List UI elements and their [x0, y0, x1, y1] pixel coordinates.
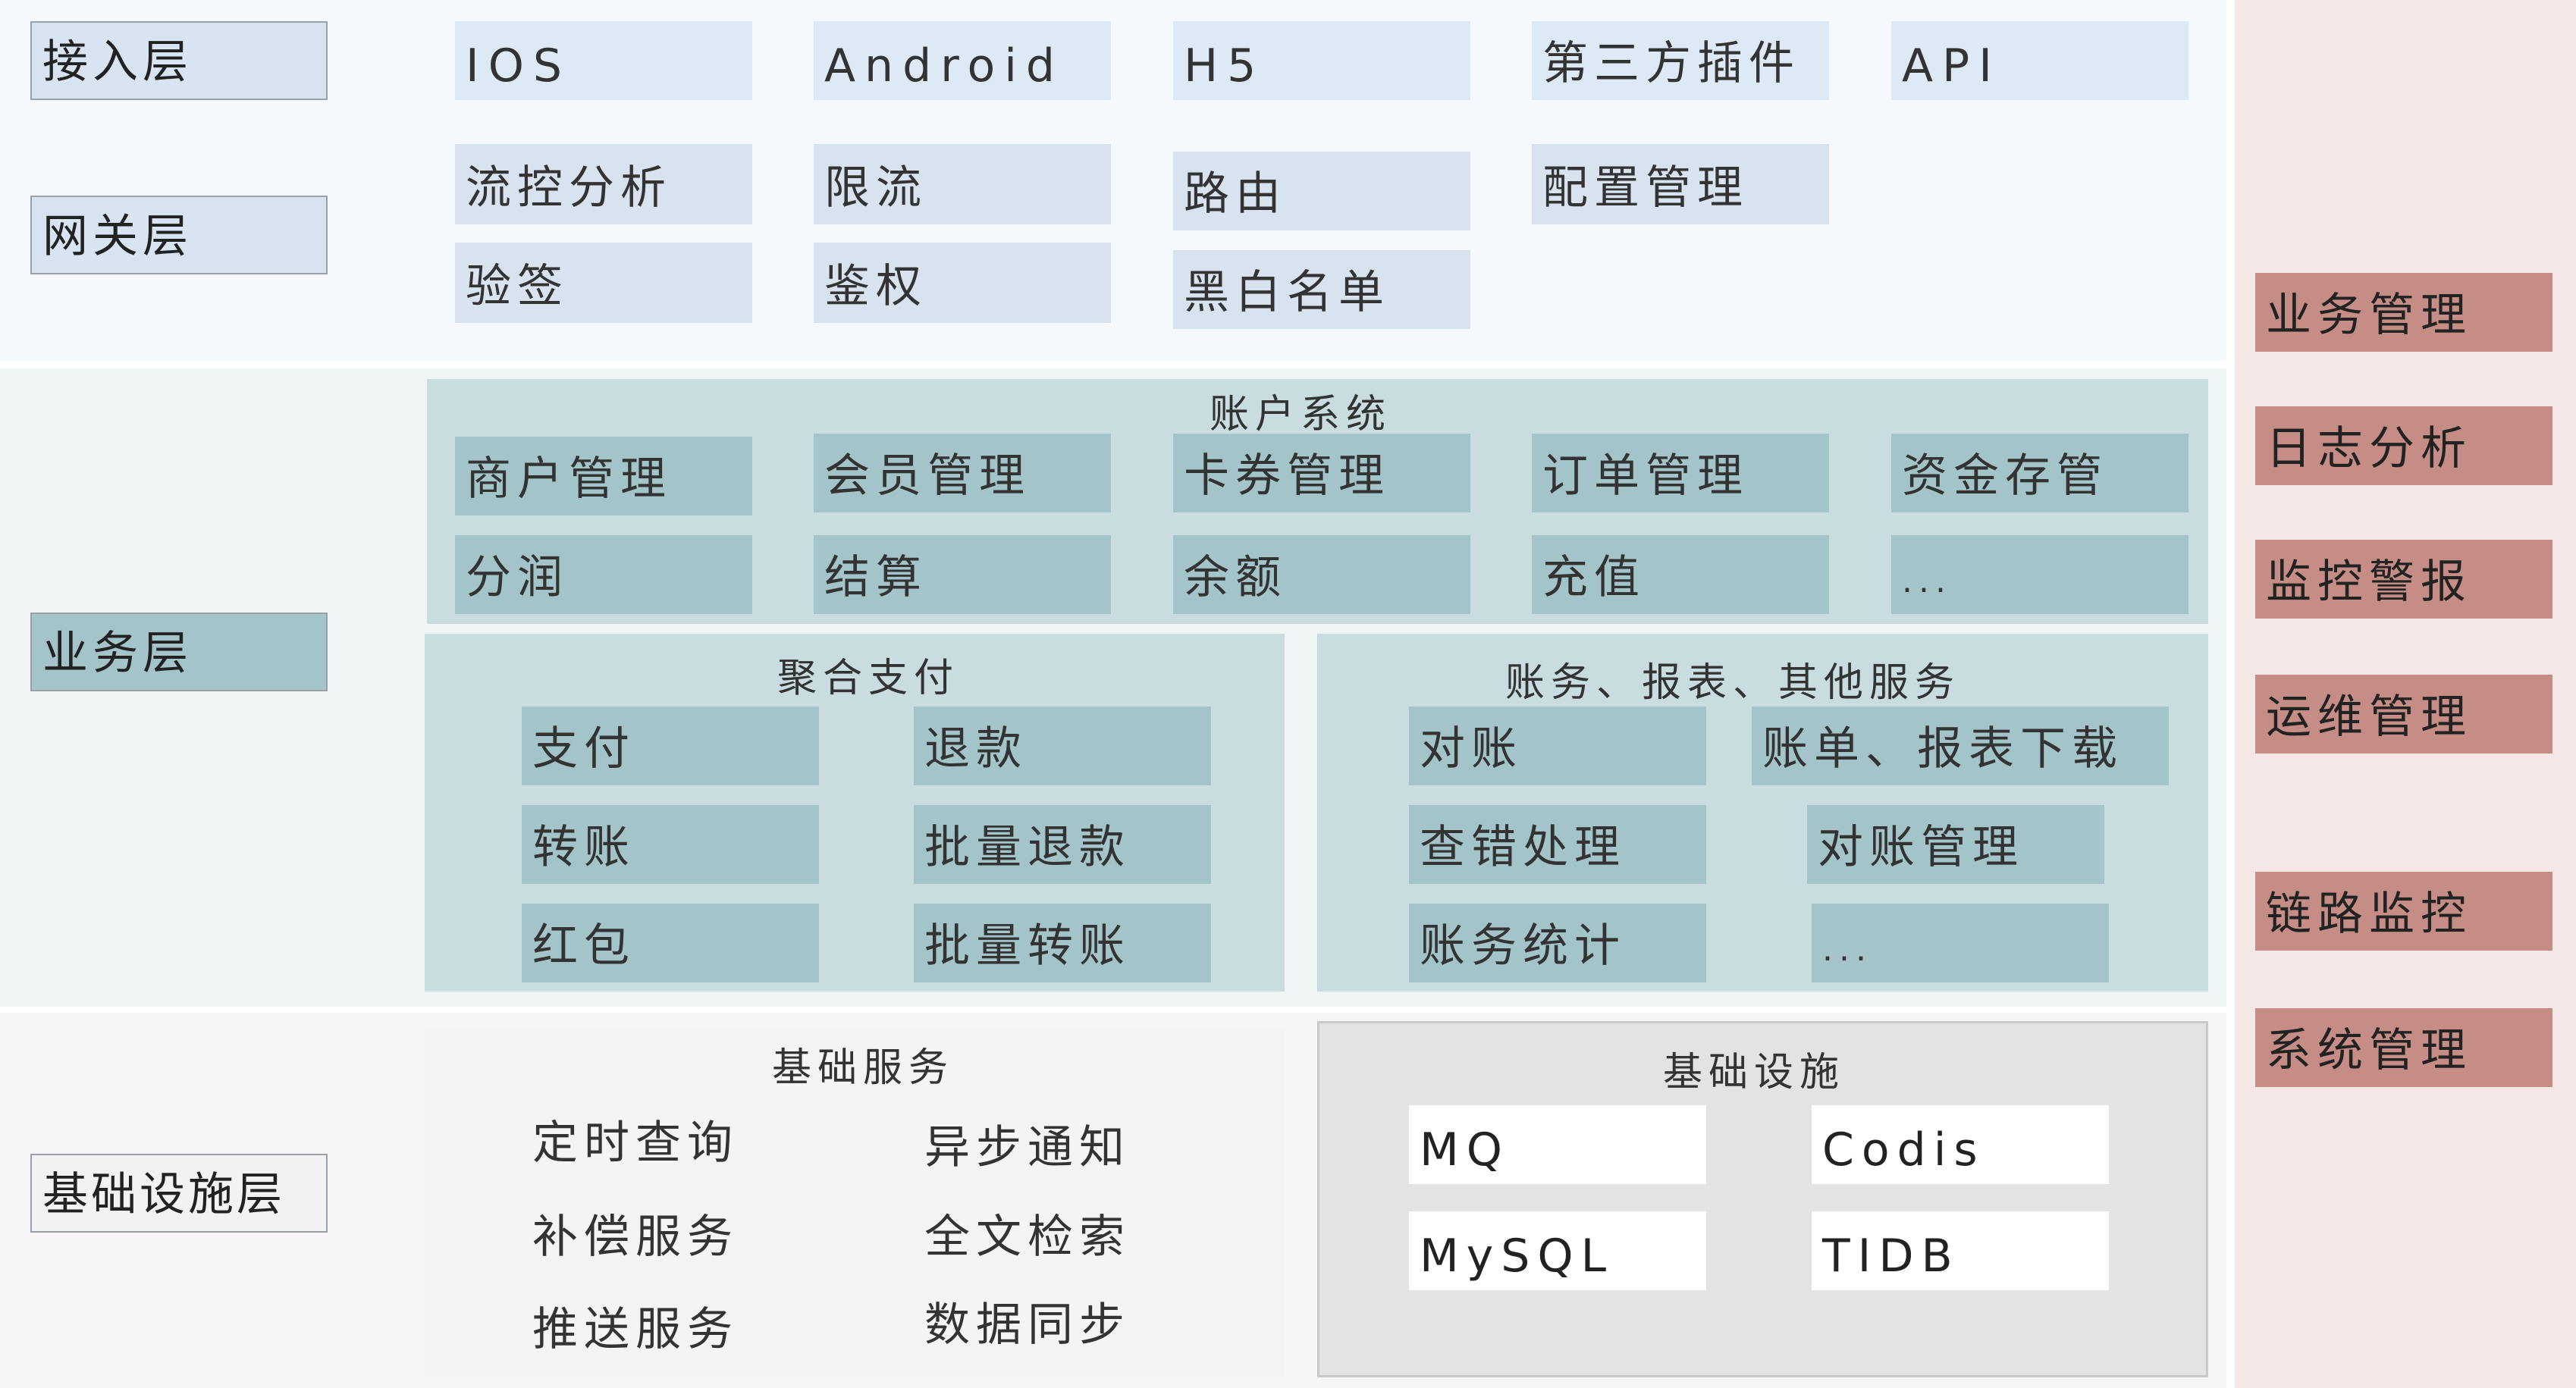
account-item-merchant: 商户管理 [455, 437, 752, 515]
service-item-data-sync: 数据同步 [914, 1283, 1211, 1361]
accounting-item-reconcile-management: 对账管理 [1807, 805, 2104, 884]
accounting-item-more: ... [1812, 904, 2109, 982]
facilities-title: 基础设施 [1662, 1050, 1846, 1095]
gateway-item-signature-check: 验签 [455, 243, 752, 323]
account-item-balance: 余额 [1173, 535, 1470, 614]
facility-item-codis: Codis [1812, 1105, 2109, 1184]
service-item-scheduled-query: 定时查询 [522, 1101, 819, 1180]
payment-item-refund: 退款 [914, 707, 1211, 785]
facility-item-tidb: TIDB [1812, 1211, 2109, 1290]
side-item-business-management: 业务管理 [2255, 273, 2552, 352]
gateway-item-routing: 路由 [1173, 152, 1470, 230]
gateway-layer-label: 网关层 [30, 196, 328, 274]
facility-item-mysql: MySQL [1409, 1211, 1706, 1290]
account-system-title: 账户系统 [1209, 392, 1392, 437]
side-item-log-analysis: 日志分析 [2255, 406, 2552, 485]
access-item-android: Android [814, 21, 1111, 100]
access-item-third-party-plugin: 第三方插件 [1532, 21, 1829, 100]
service-item-full-text-search: 全文检索 [914, 1195, 1211, 1274]
aggregate-payment-title: 聚合支付 [777, 656, 960, 701]
payment-item-red-packet: 红包 [522, 904, 819, 982]
service-item-compensation: 补偿服务 [522, 1195, 819, 1274]
account-item-profit-share: 分润 [455, 535, 752, 614]
side-item-trace-monitoring: 链路监控 [2255, 872, 2552, 951]
gateway-layer-band [0, 133, 2226, 361]
access-item-h5: H5 [1173, 21, 1470, 100]
access-layer-label: 接入层 [30, 21, 328, 100]
gateway-item-black-white-list: 黑白名单 [1173, 250, 1470, 329]
gateway-item-auth: 鉴权 [814, 243, 1111, 323]
account-item-more: ... [1891, 535, 2189, 614]
side-item-monitoring-alerts: 监控警报 [2255, 540, 2552, 619]
account-item-fund-custody: 资金存管 [1891, 434, 2189, 512]
account-item-order: 订单管理 [1532, 434, 1829, 512]
account-item-member: 会员管理 [814, 434, 1111, 512]
accounting-item-reconcile: 对账 [1409, 707, 1706, 785]
account-item-coupon: 卡券管理 [1173, 434, 1470, 512]
business-layer-label: 业务层 [30, 613, 328, 691]
gateway-item-config-management: 配置管理 [1532, 144, 1829, 224]
accounting-reports-title: 账务、报表、其他服务 [1504, 660, 1961, 706]
accounting-item-error-handling: 查错处理 [1409, 805, 1706, 884]
side-item-system-management: 系统管理 [2255, 1008, 2552, 1087]
infrastructure-layer-label: 基础设施层 [30, 1154, 328, 1233]
service-item-push: 推送服务 [522, 1287, 819, 1366]
side-item-ops-management: 运维管理 [2255, 675, 2552, 754]
service-item-async-notify: 异步通知 [914, 1105, 1211, 1184]
account-item-top-up: 充值 [1532, 535, 1829, 614]
base-services-title: 基础服务 [771, 1045, 955, 1091]
facility-item-mq: MQ [1409, 1105, 1706, 1184]
gateway-item-flow-control: 流控分析 [455, 144, 752, 224]
payment-item-transfer: 转账 [522, 805, 819, 884]
payment-item-batch-refund: 批量退款 [914, 805, 1211, 884]
accounting-item-bill-report-download: 账单、报表下载 [1752, 707, 2169, 785]
access-item-ios: IOS [455, 21, 752, 100]
gateway-item-rate-limit: 限流 [814, 144, 1111, 224]
payment-item-batch-transfer: 批量转账 [914, 904, 1211, 982]
payment-item-pay: 支付 [522, 707, 819, 785]
accounting-item-statistics: 账务统计 [1409, 904, 1706, 982]
access-item-api: API [1891, 21, 2189, 100]
account-item-settlement: 结算 [814, 535, 1111, 614]
